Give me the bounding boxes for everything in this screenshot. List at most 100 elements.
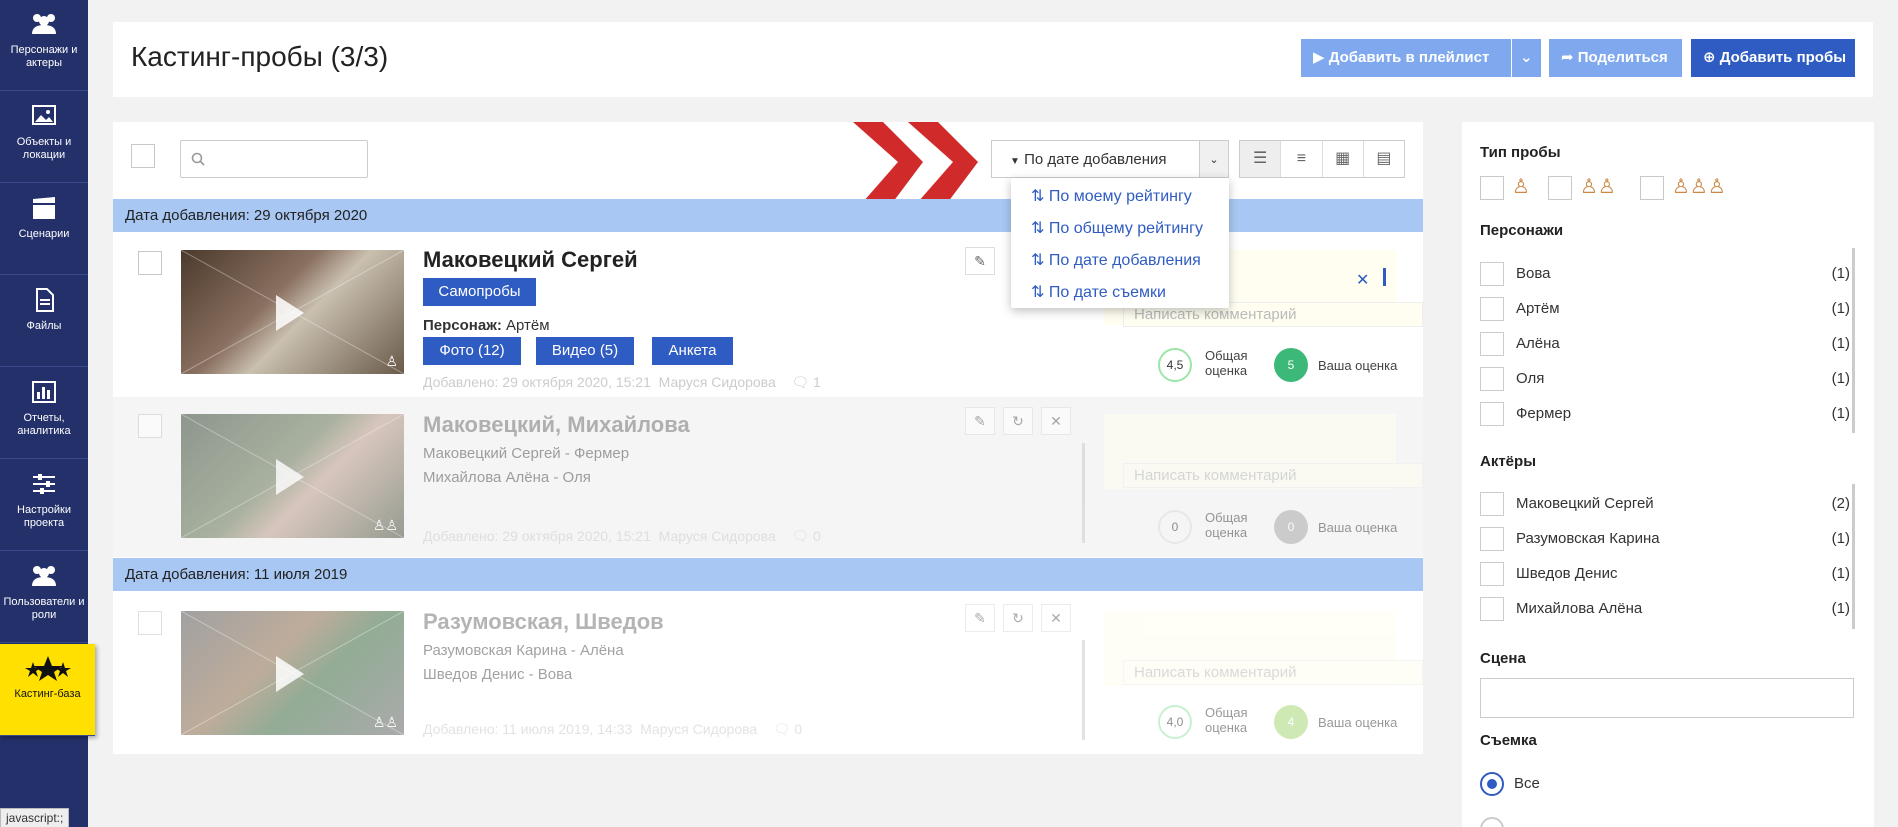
comment-input[interactable]: Написать комментарий bbox=[1123, 660, 1423, 685]
filter-label: Алёна bbox=[1516, 335, 1560, 352]
share-icon: ➦ bbox=[1561, 49, 1574, 66]
select-all-checkbox[interactable] bbox=[131, 144, 155, 168]
view-list-icon[interactable]: ≡ bbox=[1281, 141, 1323, 177]
add-to-playlist-button[interactable]: ▶ Добавить в плейлист bbox=[1301, 39, 1511, 77]
nav-characters-actors[interactable]: Персонажи и актеры bbox=[0, 0, 88, 91]
your-rating[interactable]: 4 bbox=[1274, 705, 1308, 739]
chevron-down-icon: ⌄ bbox=[1209, 154, 1219, 166]
attention-arrow-icon bbox=[853, 122, 978, 202]
video-thumbnail[interactable]: ♙♙ bbox=[181, 611, 404, 735]
actor-filter-row[interactable]: Разумовская Карина (1) bbox=[1480, 527, 1850, 551]
sort-option-my-rating[interactable]: ⇅ По моему рейтингу bbox=[1031, 186, 1192, 206]
type-group-checkbox[interactable] bbox=[1640, 176, 1664, 200]
entry-title[interactable]: Маковецкий Сергей bbox=[423, 247, 638, 273]
sort-option-date-added[interactable]: ⇅ По дате добавления bbox=[1031, 250, 1201, 270]
sort-select-toggle[interactable]: ⌄ bbox=[1199, 141, 1228, 177]
view-detailed-list-icon[interactable]: ☰ bbox=[1240, 141, 1282, 177]
entry-checkbox[interactable] bbox=[138, 611, 162, 635]
actor-checkbox[interactable] bbox=[1480, 562, 1504, 586]
nav-files[interactable]: Файлы bbox=[0, 276, 88, 367]
author: Маруся Сидорова bbox=[658, 528, 776, 544]
edit-icon: ✎ bbox=[974, 610, 986, 626]
actor-filter-row[interactable]: Шведов Денис (1) bbox=[1480, 562, 1850, 586]
actors-scrollbar[interactable] bbox=[1852, 484, 1855, 629]
added-date: Добавлено: 29 октября 2020, 15:21 bbox=[423, 528, 651, 544]
filter-count: (1) bbox=[1831, 530, 1850, 547]
entry-meta: Добавлено: 29 октября 2020, 15:21 Маруся… bbox=[423, 374, 821, 391]
entry-title[interactable]: Разумовская, Шведов bbox=[423, 609, 664, 635]
type-single-checkbox[interactable] bbox=[1480, 176, 1504, 200]
self-test-badge[interactable]: Самопробы bbox=[423, 278, 536, 306]
shoot-all-label: Все bbox=[1514, 775, 1540, 792]
character-filter-row[interactable]: Оля (1) bbox=[1480, 367, 1850, 391]
playlist-dropdown-toggle[interactable]: ⌄ bbox=[1511, 39, 1541, 77]
comment-input[interactable]: Написать комментарий bbox=[1123, 463, 1423, 488]
shoot-all-radio[interactable] bbox=[1480, 772, 1504, 796]
nav-reports[interactable]: Отчеты, аналитика bbox=[0, 368, 88, 459]
your-rating-label: Ваша оценка bbox=[1318, 358, 1398, 373]
edit-button[interactable]: ✎ bbox=[965, 407, 995, 435]
character-checkbox[interactable] bbox=[1480, 402, 1504, 426]
search-input[interactable] bbox=[180, 140, 368, 178]
nav-casting-base[interactable]: Кастинг-база bbox=[0, 644, 95, 736]
actor-filter-row[interactable]: Михайлова Алёна (1) bbox=[1480, 597, 1850, 621]
filter-label: Оля bbox=[1516, 370, 1545, 387]
filter-label: Вова bbox=[1516, 265, 1551, 282]
video-thumbnail[interactable]: ♙♙ bbox=[181, 414, 404, 538]
character-checkbox[interactable] bbox=[1480, 262, 1504, 286]
sort-option-shoot-date[interactable]: ⇅ По дате съемки bbox=[1031, 282, 1166, 302]
character-filter-row[interactable]: Алёна (1) bbox=[1480, 332, 1850, 356]
character-filter-row[interactable]: Артём (1) bbox=[1480, 297, 1850, 321]
three-persons-icon: ♙♙♙ bbox=[1672, 176, 1726, 198]
type-pair-checkbox[interactable] bbox=[1548, 176, 1572, 200]
character-filter-row[interactable]: Вова (1) bbox=[1480, 262, 1850, 286]
entry-line: Разумовская Карина - Алёна bbox=[423, 642, 624, 659]
actor-filter-row[interactable]: Маковецкий Сергей (2) bbox=[1480, 492, 1850, 516]
questionnaire-button[interactable]: Анкета bbox=[652, 337, 733, 365]
share-button[interactable]: ➦ Поделиться bbox=[1549, 39, 1682, 77]
character-checkbox[interactable] bbox=[1480, 367, 1504, 391]
actor-checkbox[interactable] bbox=[1480, 492, 1504, 516]
character-checkbox[interactable] bbox=[1480, 297, 1504, 321]
your-rating[interactable]: 5 bbox=[1274, 348, 1308, 382]
view-grid-icon[interactable]: ▦ bbox=[1323, 141, 1364, 177]
refresh-button[interactable]: ↻ bbox=[1003, 407, 1033, 435]
nav-objects-locations[interactable]: Объекты и локации bbox=[0, 92, 88, 183]
play-icon bbox=[276, 656, 304, 692]
play-icon: ▶ bbox=[1313, 49, 1325, 66]
nav-scripts[interactable]: Сценарии bbox=[0, 184, 88, 275]
overall-label-2: оценка bbox=[1205, 720, 1248, 735]
entry-checkbox[interactable] bbox=[138, 414, 162, 438]
page-title: Кастинг-пробы (3/3) bbox=[131, 41, 389, 72]
close-icon[interactable]: ✕ bbox=[1356, 270, 1369, 290]
edit-button[interactable]: ✎ bbox=[965, 247, 995, 275]
videos-button[interactable]: Видео (5) bbox=[536, 337, 634, 365]
delete-button[interactable]: ✕ bbox=[1041, 407, 1071, 435]
scene-input[interactable] bbox=[1480, 678, 1854, 718]
actor-checkbox[interactable] bbox=[1480, 597, 1504, 621]
view-table-icon[interactable]: ▤ bbox=[1364, 141, 1404, 177]
character-checkbox[interactable] bbox=[1480, 332, 1504, 356]
entry-title[interactable]: Маковецкий, Михайлова bbox=[423, 412, 690, 438]
add-probes-button[interactable]: ⊕ Добавить пробы bbox=[1691, 39, 1855, 77]
nav-settings[interactable]: Настройки проекта bbox=[0, 460, 88, 551]
actor-checkbox[interactable] bbox=[1480, 527, 1504, 551]
nav-users-roles[interactable]: Пользователи и роли bbox=[0, 552, 88, 643]
video-thumbnail[interactable]: ♙ bbox=[181, 250, 404, 374]
sort-select[interactable]: ▼ По дате добавления ⌄ bbox=[991, 140, 1229, 178]
your-rating[interactable]: 0 bbox=[1274, 510, 1308, 544]
character-filter-row[interactable]: Фермер (1) bbox=[1480, 402, 1850, 426]
shoot-option-radio[interactable] bbox=[1480, 817, 1504, 827]
edit-button[interactable]: ✎ bbox=[965, 604, 995, 632]
delete-button[interactable]: ✕ bbox=[1041, 604, 1071, 632]
nav-label: Пользователи и роли bbox=[3, 596, 85, 621]
filter-label: Фермер bbox=[1516, 405, 1572, 422]
entry-checkbox[interactable] bbox=[138, 251, 162, 275]
sort-option-label: По дате съемки bbox=[1048, 284, 1166, 301]
photos-button[interactable]: Фото (12) bbox=[423, 337, 521, 365]
sort-option-overall-rating[interactable]: ⇅ По общему рейтингу bbox=[1031, 218, 1203, 238]
sliders-icon bbox=[33, 474, 55, 494]
refresh-button[interactable]: ↻ bbox=[1003, 604, 1033, 632]
characters-scrollbar[interactable] bbox=[1852, 248, 1855, 433]
share-label: Поделиться bbox=[1577, 49, 1668, 66]
